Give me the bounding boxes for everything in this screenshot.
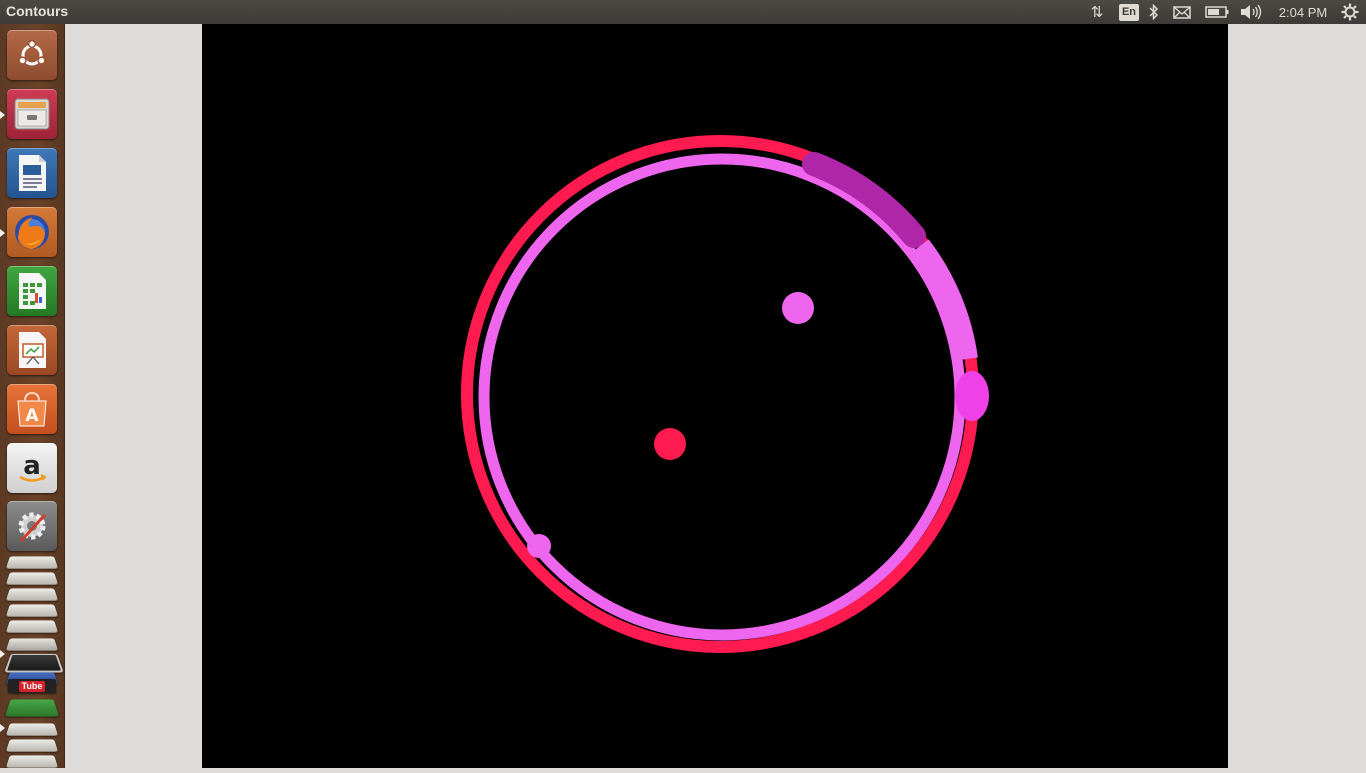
launcher: A a Tube [0,24,65,768]
stacked-launcher-icon[interactable] [5,755,59,768]
battery-icon[interactable] [1203,0,1231,24]
libreoffice-impress-icon[interactable] [7,325,57,375]
system-settings-icon[interactable] [7,501,57,551]
window-background [65,24,202,768]
files-icon[interactable] [7,89,57,139]
youtube-icon[interactable]: Tube [8,679,56,693]
clock[interactable]: 2:04 PM [1272,0,1334,24]
libreoffice-writer-icon[interactable] [7,148,57,198]
stacked-launcher-icon[interactable] [4,699,60,717]
stacked-launcher-icon[interactable] [5,604,59,617]
running-indicator [0,650,5,658]
firefox-icon[interactable] [7,207,57,257]
top-panel: Contours ⇅ En 2:04 PM [0,0,1366,24]
stacked-launcher-icon[interactable] [5,556,59,569]
terminal-icon[interactable] [4,653,64,673]
stacked-launcher-icon[interactable] [5,638,59,651]
ubuntu-software-center-icon[interactable]: A [7,384,57,434]
svg-text:a: a [23,451,41,481]
running-indicator [0,111,5,119]
ubuntu-dash-icon[interactable] [7,30,57,80]
volume-icon[interactable] [1238,0,1264,24]
session-gear-icon[interactable] [1338,0,1362,24]
stacked-launcher-icon[interactable] [5,572,59,585]
pink-centroid-dot [782,292,814,324]
keyboard-layout-indicator[interactable]: En [1118,0,1140,24]
keyboard-layout-label: En [1119,3,1139,21]
running-indicator [0,229,5,237]
network-updown-icon[interactable]: ⇅ [1086,0,1108,24]
svg-text:A: A [25,406,39,426]
contour-drawing [202,24,1228,768]
libreoffice-calc-icon[interactable] [7,266,57,316]
stacked-launcher-icon[interactable] [5,723,59,736]
right-contour-blob [955,371,989,421]
contour-canvas[interactable] [202,24,1228,768]
red-centroid-dot [654,428,686,460]
bluetooth-icon[interactable] [1145,0,1163,24]
window-title: Contours [6,3,69,19]
mail-icon[interactable] [1171,0,1193,24]
stacked-launcher-icon[interactable] [5,588,59,601]
running-indicator [0,724,5,732]
window-background [1228,24,1366,768]
amazon-icon[interactable]: a [7,443,57,493]
youtube-label: Tube [18,680,46,692]
stacked-launcher-icon[interactable] [5,739,59,752]
stacked-launcher-icon[interactable] [5,620,59,633]
small-contour-blob [527,534,551,558]
